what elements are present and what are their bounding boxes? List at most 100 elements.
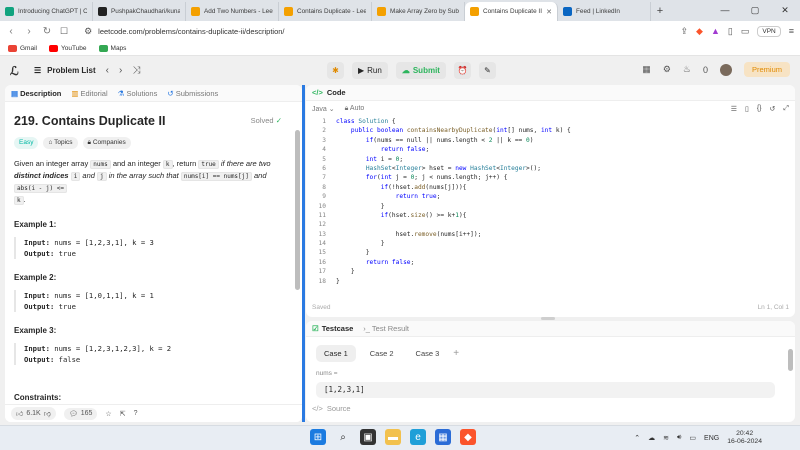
browser-tab[interactable]: Feed | LinkedIn [558, 2, 651, 21]
horizontal-resizer[interactable] [541, 317, 555, 320]
code-line[interactable]: 2 public boolean containsNearbyDuplicate… [306, 126, 795, 135]
panel-resizer[interactable] [302, 85, 305, 422]
comments-button[interactable]: 💬︎ 165 [63, 407, 98, 420]
add-case-icon[interactable]: + [453, 348, 459, 359]
browser-tab[interactable]: Make Array Zero by Subt [372, 2, 465, 21]
code-line[interactable]: 18} [306, 277, 795, 286]
code-line[interactable]: 13 hset.remove(nums[i++]); [306, 230, 795, 239]
browser-tab[interactable]: Introducing ChatGPT | Op [0, 2, 93, 21]
edge-icon[interactable]: e [410, 429, 426, 445]
url-bar[interactable]: ⚙ leetcode.com/problems/contains-duplica… [76, 23, 672, 39]
rewards-icon[interactable]: ▲ [711, 26, 720, 36]
code-line[interactable]: 9 return true; [306, 192, 795, 201]
leetcode-logo-icon[interactable]: ℒ [10, 64, 22, 78]
code-text[interactable]: if(nums == null || nums.length < 2 || k … [336, 136, 534, 145]
code-line[interactable]: 11 if(hset.size() >= k+1){ [306, 211, 795, 220]
code-text[interactable]: } [336, 239, 385, 248]
wifi-icon[interactable]: ≋ [663, 434, 669, 442]
companies-chip[interactable]: 🔒︎ Companies [82, 137, 131, 149]
code-text[interactable]: for(int j = 0; j < nums.length; j++) { [336, 173, 508, 182]
clock[interactable]: 20:42 16-06-2024 [727, 430, 762, 446]
undo-icon[interactable]: ↺ [770, 105, 776, 113]
layout-icon[interactable]: ▦ [642, 64, 651, 75]
code-line[interactable]: 12 [306, 220, 795, 229]
fire-icon[interactable]: ♨ [683, 64, 691, 75]
code-line[interactable]: 6 HashSet<Integer> hset = new HashSet<In… [306, 164, 795, 173]
tab-submissions[interactable]: ↺ Submissions [167, 89, 218, 98]
code-line[interactable]: 10 } [306, 202, 795, 211]
code-line[interactable]: 17 } [306, 267, 795, 276]
braces-icon[interactable]: {} [757, 105, 762, 113]
menu-icon[interactable]: ≡ [789, 26, 794, 36]
submit-button[interactable]: ☁ Submit [395, 62, 446, 79]
case-tab[interactable]: Case 2 [362, 345, 402, 362]
code-line[interactable]: 3 if(nums == null || nums.length < 2 || … [306, 136, 795, 145]
auto-toggle[interactable]: 🔒︎ Auto [345, 105, 365, 113]
browser-tab[interactable]: Contains Duplicate - Leet [279, 2, 372, 21]
description-scrollbar[interactable] [295, 130, 300, 290]
language-select[interactable]: Java ⌄ [312, 105, 335, 113]
help-icon[interactable]: ? [134, 410, 138, 417]
bookmark-icon[interactable]: ☐ [60, 26, 68, 37]
code-text[interactable]: class Solution { [336, 117, 396, 126]
testcase-input[interactable]: [1,2,3,1] [316, 382, 775, 398]
vpn-button[interactable]: VPN [757, 25, 781, 37]
code-line[interactable]: 1 class Solution { [306, 117, 795, 126]
share-icon[interactable]: ⇪ [681, 26, 689, 37]
case-tab[interactable]: Case 1 [316, 345, 356, 362]
code-line[interactable]: 7 for(int j = 0; j < nums.length; j++) { [306, 173, 795, 182]
task-view-icon[interactable]: ▣ [360, 429, 376, 445]
brave-shield-icon[interactable]: ◆ [696, 26, 703, 37]
code-line[interactable]: 5 int i = 0; [306, 155, 795, 164]
code-text[interactable]: HashSet<Integer> hset = new HashSet<Inte… [336, 164, 541, 173]
notes-button[interactable]: ✎ [478, 62, 496, 79]
debug-button[interactable]: ✱ [327, 62, 344, 79]
premium-button[interactable]: Premium [743, 62, 790, 77]
close-window-button[interactable]: ✕ [770, 0, 800, 21]
code-text[interactable]: if(hset.size() >= k+1){ [336, 211, 467, 220]
file-explorer-icon[interactable]: ▬ [385, 429, 401, 445]
shuffle-icon[interactable]: ⤨ [132, 65, 140, 76]
volume-icon[interactable]: 🔊︎ [677, 434, 681, 442]
site-info-icon[interactable]: ⚙ [84, 26, 92, 37]
format-icon[interactable]: ☰ [731, 105, 737, 113]
code-editor[interactable]: 1 class Solution {2 public boolean contai… [306, 117, 795, 286]
code-line[interactable]: 4 return false; [306, 145, 795, 154]
new-tab-button[interactable]: + [651, 2, 669, 21]
code-text[interactable]: if(!hset.add(nums[j])){ [336, 183, 467, 192]
code-text[interactable]: return false; [336, 258, 414, 267]
problem-list-button[interactable]: ☰ Problem List [34, 66, 96, 75]
code-text[interactable]: int i = 0; [336, 155, 403, 164]
browser-tab[interactable]: PushpakChaudhari/kunal [93, 2, 186, 21]
browser-tab[interactable]: Add Two Numbers - Leet [186, 2, 279, 21]
thumbs-down-icon[interactable]: 👎︎ [44, 409, 51, 418]
code-text[interactable]: } [336, 202, 385, 211]
bookmark-item[interactable]: Gmail [8, 44, 37, 52]
maximize-button[interactable]: ▢ [740, 0, 770, 21]
settings-icon[interactable]: ⚙ [663, 64, 671, 75]
prev-problem-icon[interactable]: ‹ [106, 65, 109, 76]
battery-icon[interactable]: ▭ [689, 434, 696, 442]
minimize-button[interactable]: — [710, 0, 740, 21]
search-icon[interactable]: ⌕ [335, 429, 351, 445]
forward-icon[interactable]: › [24, 26, 34, 37]
code-text[interactable]: return true; [336, 192, 441, 201]
tab-description[interactable]: ▤ Description [11, 89, 61, 98]
topics-chip[interactable]: ⌂ Topics [43, 137, 78, 149]
code-text[interactable]: public boolean containsNearbyDuplicate(i… [336, 126, 571, 135]
like-button[interactable]: 👍︎ 6.1K 👎︎ [11, 407, 56, 420]
share-icon[interactable]: ⇱ [120, 410, 126, 418]
tab-solutions[interactable]: ⚗ Solutions [118, 89, 158, 98]
reload-icon[interactable]: ↻ [42, 26, 52, 37]
bookmark-item[interactable]: Maps [98, 44, 126, 52]
tab-editorial[interactable]: ▥ Editorial [71, 89, 107, 98]
star-icon[interactable]: ☆ [105, 410, 111, 418]
avatar[interactable] [719, 63, 732, 76]
wallet-icon[interactable]: ▭ [741, 26, 750, 37]
browser-tab[interactable]: Contains Duplicate II ✕ [465, 2, 558, 21]
code-line[interactable]: 8 if(!hset.add(nums[j])){ [306, 183, 795, 192]
bookmark-item[interactable]: YouTube [48, 44, 87, 52]
code-text[interactable]: } [336, 277, 340, 286]
code-line[interactable]: 14 } [306, 239, 795, 248]
case-tab[interactable]: Case 3 [408, 345, 448, 362]
